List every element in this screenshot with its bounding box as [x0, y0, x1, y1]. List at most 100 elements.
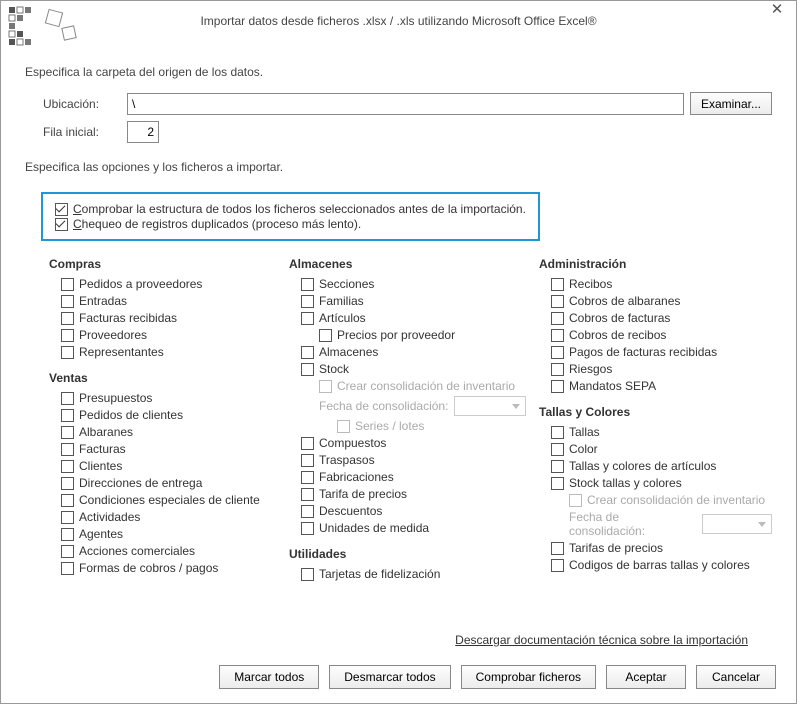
- unmark-all-button[interactable]: Desmarcar todos: [329, 665, 450, 689]
- checkbox[interactable]: [301, 471, 314, 484]
- checkbox[interactable]: [551, 329, 564, 342]
- checkbox[interactable]: [551, 426, 564, 439]
- item-label-disabled: Fecha de consolidación:: [569, 510, 696, 538]
- browse-button[interactable]: Examinar...: [690, 92, 772, 115]
- checkbox[interactable]: [61, 392, 74, 405]
- checkbox[interactable]: [61, 409, 74, 422]
- date-combo-disabled: [454, 396, 526, 416]
- item-row-nested: Precios por proveedor: [293, 328, 543, 342]
- checkbox[interactable]: [61, 426, 74, 439]
- item-row: Familias: [293, 294, 543, 308]
- options-highlight-box: Comprobar la estructura de todos los fic…: [41, 192, 540, 241]
- item-label: Pedidos de clientes: [79, 408, 183, 422]
- checkbox[interactable]: [61, 545, 74, 558]
- startrow-row: Fila inicial:: [25, 121, 772, 143]
- checkbox-check-duplicates[interactable]: [55, 218, 68, 231]
- check-files-button[interactable]: Comprobar ficheros: [461, 665, 596, 689]
- checkbox[interactable]: [61, 443, 74, 456]
- checkbox[interactable]: [301, 295, 314, 308]
- checkbox[interactable]: [551, 295, 564, 308]
- checkbox[interactable]: [61, 460, 74, 473]
- cat-utilidades-header: Utilidades: [289, 547, 543, 561]
- checkbox[interactable]: [551, 542, 564, 555]
- col-2: Almacenes Secciones Familias Artículos P…: [293, 253, 543, 625]
- checkbox[interactable]: [301, 488, 314, 501]
- item-label: Facturas: [79, 442, 126, 456]
- checkbox[interactable]: [301, 278, 314, 291]
- item-row-nested: Crear consolidación de inventario: [293, 379, 543, 393]
- checkbox-check-structure[interactable]: [55, 203, 68, 216]
- col-1: Compras Pedidos a proveedores Entradas F…: [53, 253, 293, 625]
- path-input[interactable]: [127, 93, 684, 115]
- dialog-title: Importar datos desde ficheros .xlsx / .x…: [200, 14, 596, 28]
- item-row: Cobros de recibos: [543, 328, 772, 342]
- item-label: Pedidos a proveedores: [79, 277, 202, 291]
- checkbox[interactable]: [301, 346, 314, 359]
- checkbox[interactable]: [551, 380, 564, 393]
- item-row: Facturas: [53, 442, 293, 456]
- section-options-label: Especifica las opciones y los ficheros a…: [25, 160, 772, 174]
- checkbox[interactable]: [61, 494, 74, 507]
- item-label: Cobros de facturas: [569, 311, 670, 325]
- item-label: Descuentos: [319, 504, 382, 518]
- checkbox[interactable]: [61, 295, 74, 308]
- checkbox[interactable]: [551, 312, 564, 325]
- cancel-button[interactable]: Cancelar: [696, 665, 776, 689]
- opt-check-duplicates-label: Chequeo de registros duplicados (proceso…: [73, 217, 361, 231]
- item-row: Formas de cobros / pagos: [53, 561, 293, 575]
- checkbox[interactable]: [61, 346, 74, 359]
- item-label: Artículos: [319, 311, 366, 325]
- checkbox[interactable]: [301, 454, 314, 467]
- item-label: Representantes: [79, 345, 164, 359]
- item-row: Almacenes: [293, 345, 543, 359]
- close-icon[interactable]: ✕: [762, 1, 792, 21]
- checkbox[interactable]: [551, 346, 564, 359]
- item-row: Tallas y colores de artículos: [543, 459, 772, 473]
- item-row: Unidades de medida: [293, 521, 543, 535]
- checkbox[interactable]: [61, 477, 74, 490]
- checkbox[interactable]: [301, 363, 314, 376]
- checkbox[interactable]: [551, 443, 564, 456]
- checkbox[interactable]: [61, 528, 74, 541]
- item-label: Clientes: [79, 459, 122, 473]
- startrow-label: Fila inicial:: [43, 125, 127, 139]
- checkbox[interactable]: [551, 460, 564, 473]
- item-row-nested: Fecha de consolidación:: [293, 396, 543, 416]
- item-label-disabled: Series / lotes: [355, 419, 424, 433]
- checkbox[interactable]: [61, 312, 74, 325]
- checkbox-disabled: [569, 494, 582, 507]
- checkbox[interactable]: [301, 312, 314, 325]
- item-label: Tarifas de precios: [569, 541, 663, 555]
- checkbox[interactable]: [301, 437, 314, 450]
- item-row: Traspasos: [293, 453, 543, 467]
- checkbox[interactable]: [551, 559, 564, 572]
- doc-link[interactable]: Descargar documentación técnica sobre la…: [455, 633, 748, 647]
- checkbox[interactable]: [551, 477, 564, 490]
- item-row: Color: [543, 442, 772, 456]
- item-row: Acciones comerciales: [53, 544, 293, 558]
- titlebar: Importar datos desde ficheros .xlsx / .x…: [1, 1, 796, 41]
- item-row: Entradas: [53, 294, 293, 308]
- checkbox[interactable]: [61, 329, 74, 342]
- checkbox[interactable]: [301, 522, 314, 535]
- date-combo-disabled: [702, 514, 772, 534]
- checkbox[interactable]: [61, 562, 74, 575]
- checkbox[interactable]: [61, 511, 74, 524]
- checkbox-disabled: [319, 380, 332, 393]
- item-row-nested2: Series / lotes: [293, 419, 543, 433]
- accept-button[interactable]: Aceptar: [606, 665, 686, 689]
- col-3: Administración Recibos Cobros de albaran…: [543, 253, 772, 625]
- item-label: Proveedores: [79, 328, 147, 342]
- mark-all-button[interactable]: Marcar todos: [219, 665, 319, 689]
- item-label: Stock tallas y colores: [569, 476, 682, 490]
- checkbox[interactable]: [301, 505, 314, 518]
- item-row: Artículos: [293, 311, 543, 325]
- item-label: Entradas: [79, 294, 127, 308]
- checkbox[interactable]: [319, 329, 332, 342]
- checkbox[interactable]: [61, 278, 74, 291]
- startrow-input[interactable]: [127, 121, 159, 143]
- checkbox[interactable]: [301, 568, 314, 581]
- checkbox[interactable]: [551, 278, 564, 291]
- item-row: Secciones: [293, 277, 543, 291]
- checkbox[interactable]: [551, 363, 564, 376]
